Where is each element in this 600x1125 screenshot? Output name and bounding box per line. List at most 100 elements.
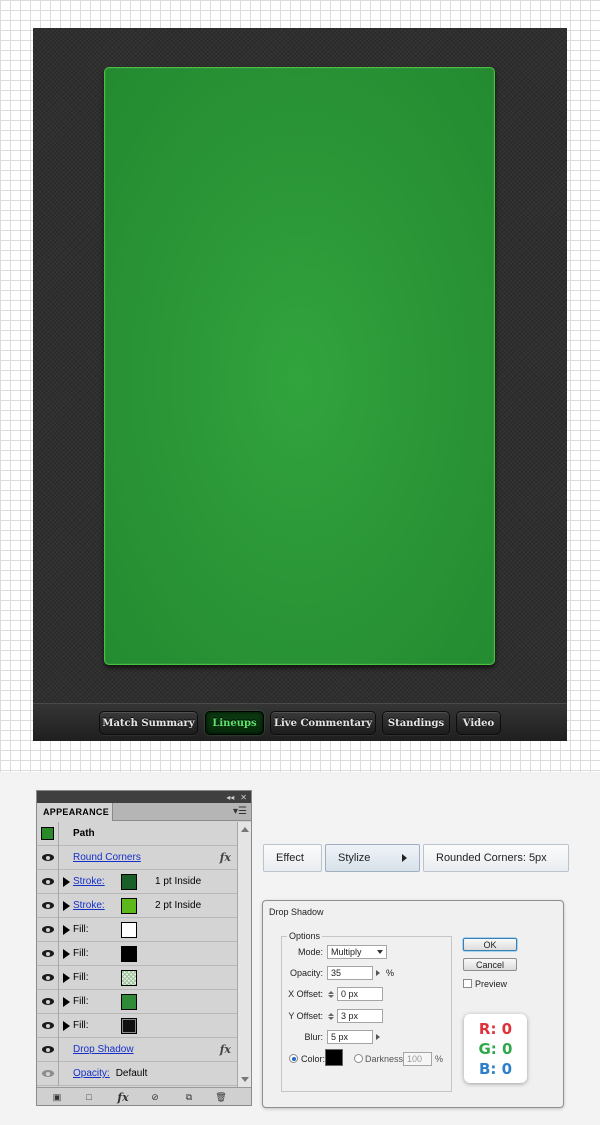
fill-label: Fill: [73,972,89,983]
opacity-value: Default [115,1068,148,1079]
row-stroke-1[interactable]: Stroke: 1 pt Inside [37,869,237,894]
round-corners-link[interactable]: Round Corners [73,852,141,863]
y-offset-stepper[interactable] [327,1009,335,1023]
expand-triangle-icon[interactable] [63,900,70,911]
drop-shadow-dialog: Drop Shadow Options Mode: Multiply Opaci… [262,900,564,1108]
dialog-title: Drop Shadow [269,907,324,917]
path-label: Path [73,828,95,839]
drop-shadow-link[interactable]: Drop Shadow [73,1044,134,1055]
opacity-flyout-arrow-icon[interactable] [374,966,382,980]
visibility-eye-icon[interactable] [41,974,54,981]
visibility-eye-icon[interactable] [41,854,54,861]
expand-triangle-icon[interactable] [63,996,70,1007]
panel-scrollbar[interactable] [237,822,251,1087]
tab-standings[interactable]: Standings [382,711,450,735]
row-opacity[interactable]: Opacity: Default [37,1061,237,1086]
scroll-up-icon[interactable] [241,827,249,832]
row-fill-2[interactable]: Fill: [37,941,237,966]
clear-appearance-icon[interactable]: ⊘ [149,1091,161,1103]
submenu-arrow-icon [402,854,407,862]
fill-pattern-swatch[interactable] [121,970,137,986]
options-legend: Options [287,931,323,941]
fx-icon: fx [219,1043,231,1056]
fill-swatch[interactable] [121,1018,137,1034]
visibility-eye-icon[interactable] [41,1022,54,1029]
color-radio[interactable] [289,1054,298,1063]
stroke-swatch[interactable] [121,898,137,914]
tab-appearance[interactable]: APPEARANCE [37,803,113,821]
tab-match-summary[interactable]: Match Summary [99,711,198,735]
add-new-fill-icon[interactable]: □ [83,1091,95,1103]
preview-label: Preview [475,979,508,989]
color-label: Color: [301,1054,326,1064]
x-offset-input[interactable]: 0 px [337,987,383,1001]
bottom-tab-bar: Match Summary Lineups Live Commentary St… [33,703,567,741]
row-round-corners[interactable]: Round Corners fx [37,845,237,870]
expand-triangle-icon[interactable] [63,1020,70,1031]
opacity-unit: % [386,968,395,978]
fill-swatch[interactable] [121,922,137,938]
expand-triangle-icon[interactable] [63,948,70,959]
path-swatch-cell [37,821,59,846]
y-offset-input[interactable]: 3 px [337,1009,383,1023]
ok-button[interactable]: OK [463,938,517,951]
collapse-icon[interactable]: ◂◂ [226,793,234,802]
row-drop-shadow[interactable]: Drop Shadow fx [37,1037,237,1062]
fill-swatch[interactable] [121,946,137,962]
menu-rounded-corners[interactable]: Rounded Corners: 5px [423,844,569,872]
menu-stylize[interactable]: Stylize [325,844,420,872]
path-row[interactable]: Path [37,821,237,846]
y-offset-label: Y Offset: [288,1011,323,1021]
scroll-down-icon[interactable] [241,1077,249,1082]
tab-live-commentary[interactable]: Live Commentary [270,711,376,735]
expand-triangle-icon[interactable] [63,876,70,887]
expand-triangle-icon[interactable] [63,972,70,983]
rgb-r-value: R: 0 [478,1019,513,1038]
fill-label: Fill: [73,948,89,959]
x-offset-stepper[interactable] [327,987,335,1001]
row-fill-3[interactable]: Fill: [37,965,237,990]
fill-swatch[interactable] [121,994,137,1010]
blur-flyout-arrow-icon[interactable] [374,1030,382,1044]
visibility-eye-icon[interactable] [41,926,54,933]
opacity-input[interactable]: 35 [327,966,373,980]
blur-input[interactable]: 5 px [327,1030,373,1044]
darkness-radio[interactable] [354,1054,363,1063]
rgb-values-card: R: 0 G: 0 B: 0 [464,1014,527,1083]
add-effect-fx-icon[interactable]: fx [117,1091,129,1104]
opacity-link[interactable]: Opacity: [73,1068,110,1079]
menu-effect[interactable]: Effect [263,844,322,872]
row-fill-1[interactable]: Fill: [37,917,237,942]
tab-lineups[interactable]: Lineups [205,711,264,735]
panel-bottom-toolbar: ▣ □ fx ⊘ ⧉ 🗑 [37,1087,251,1105]
visibility-eye-icon[interactable] [41,998,54,1005]
stroke-link[interactable]: Stroke: [73,876,105,887]
phone-frame: Match Summary Lineups Live Commentary St… [33,28,567,741]
visibility-eye-icon[interactable] [41,902,54,909]
visibility-eye-icon[interactable] [41,1070,54,1077]
row-fill-4[interactable]: Fill: [37,989,237,1014]
visibility-eye-icon[interactable] [41,878,54,885]
trash-icon[interactable]: 🗑 [215,1091,227,1103]
darkness-input[interactable]: 100 [403,1052,432,1066]
shadow-color-swatch[interactable] [325,1049,343,1066]
expand-triangle-icon[interactable] [63,924,70,935]
add-new-stroke-icon[interactable]: ▣ [51,1091,63,1103]
row-stroke-2[interactable]: Stroke: 2 pt Inside [37,893,237,918]
visibility-eye-icon[interactable] [41,1046,54,1053]
x-offset-label: X Offset: [288,989,323,999]
stroke-link[interactable]: Stroke: [73,900,105,911]
cancel-button[interactable]: Cancel [463,958,517,971]
row-fill-5[interactable]: Fill: [37,1013,237,1038]
preview-checkbox[interactable] [463,979,472,988]
panel-menu-icon[interactable]: ▾☰ [233,806,247,817]
mode-value: Multiply [331,947,362,957]
appearance-panel: ◂◂ ✕ APPEARANCE ▾☰ Path Round Corners fx… [36,790,252,1106]
appearance-rows: Path Round Corners fx Stroke: 1 pt Insid… [37,821,237,1087]
visibility-eye-icon[interactable] [41,950,54,957]
mode-select[interactable]: Multiply [327,945,387,959]
close-icon[interactable]: ✕ [240,793,247,802]
tab-video[interactable]: Video [456,711,501,735]
duplicate-item-icon[interactable]: ⧉ [183,1091,195,1103]
stroke-swatch[interactable] [121,874,137,890]
